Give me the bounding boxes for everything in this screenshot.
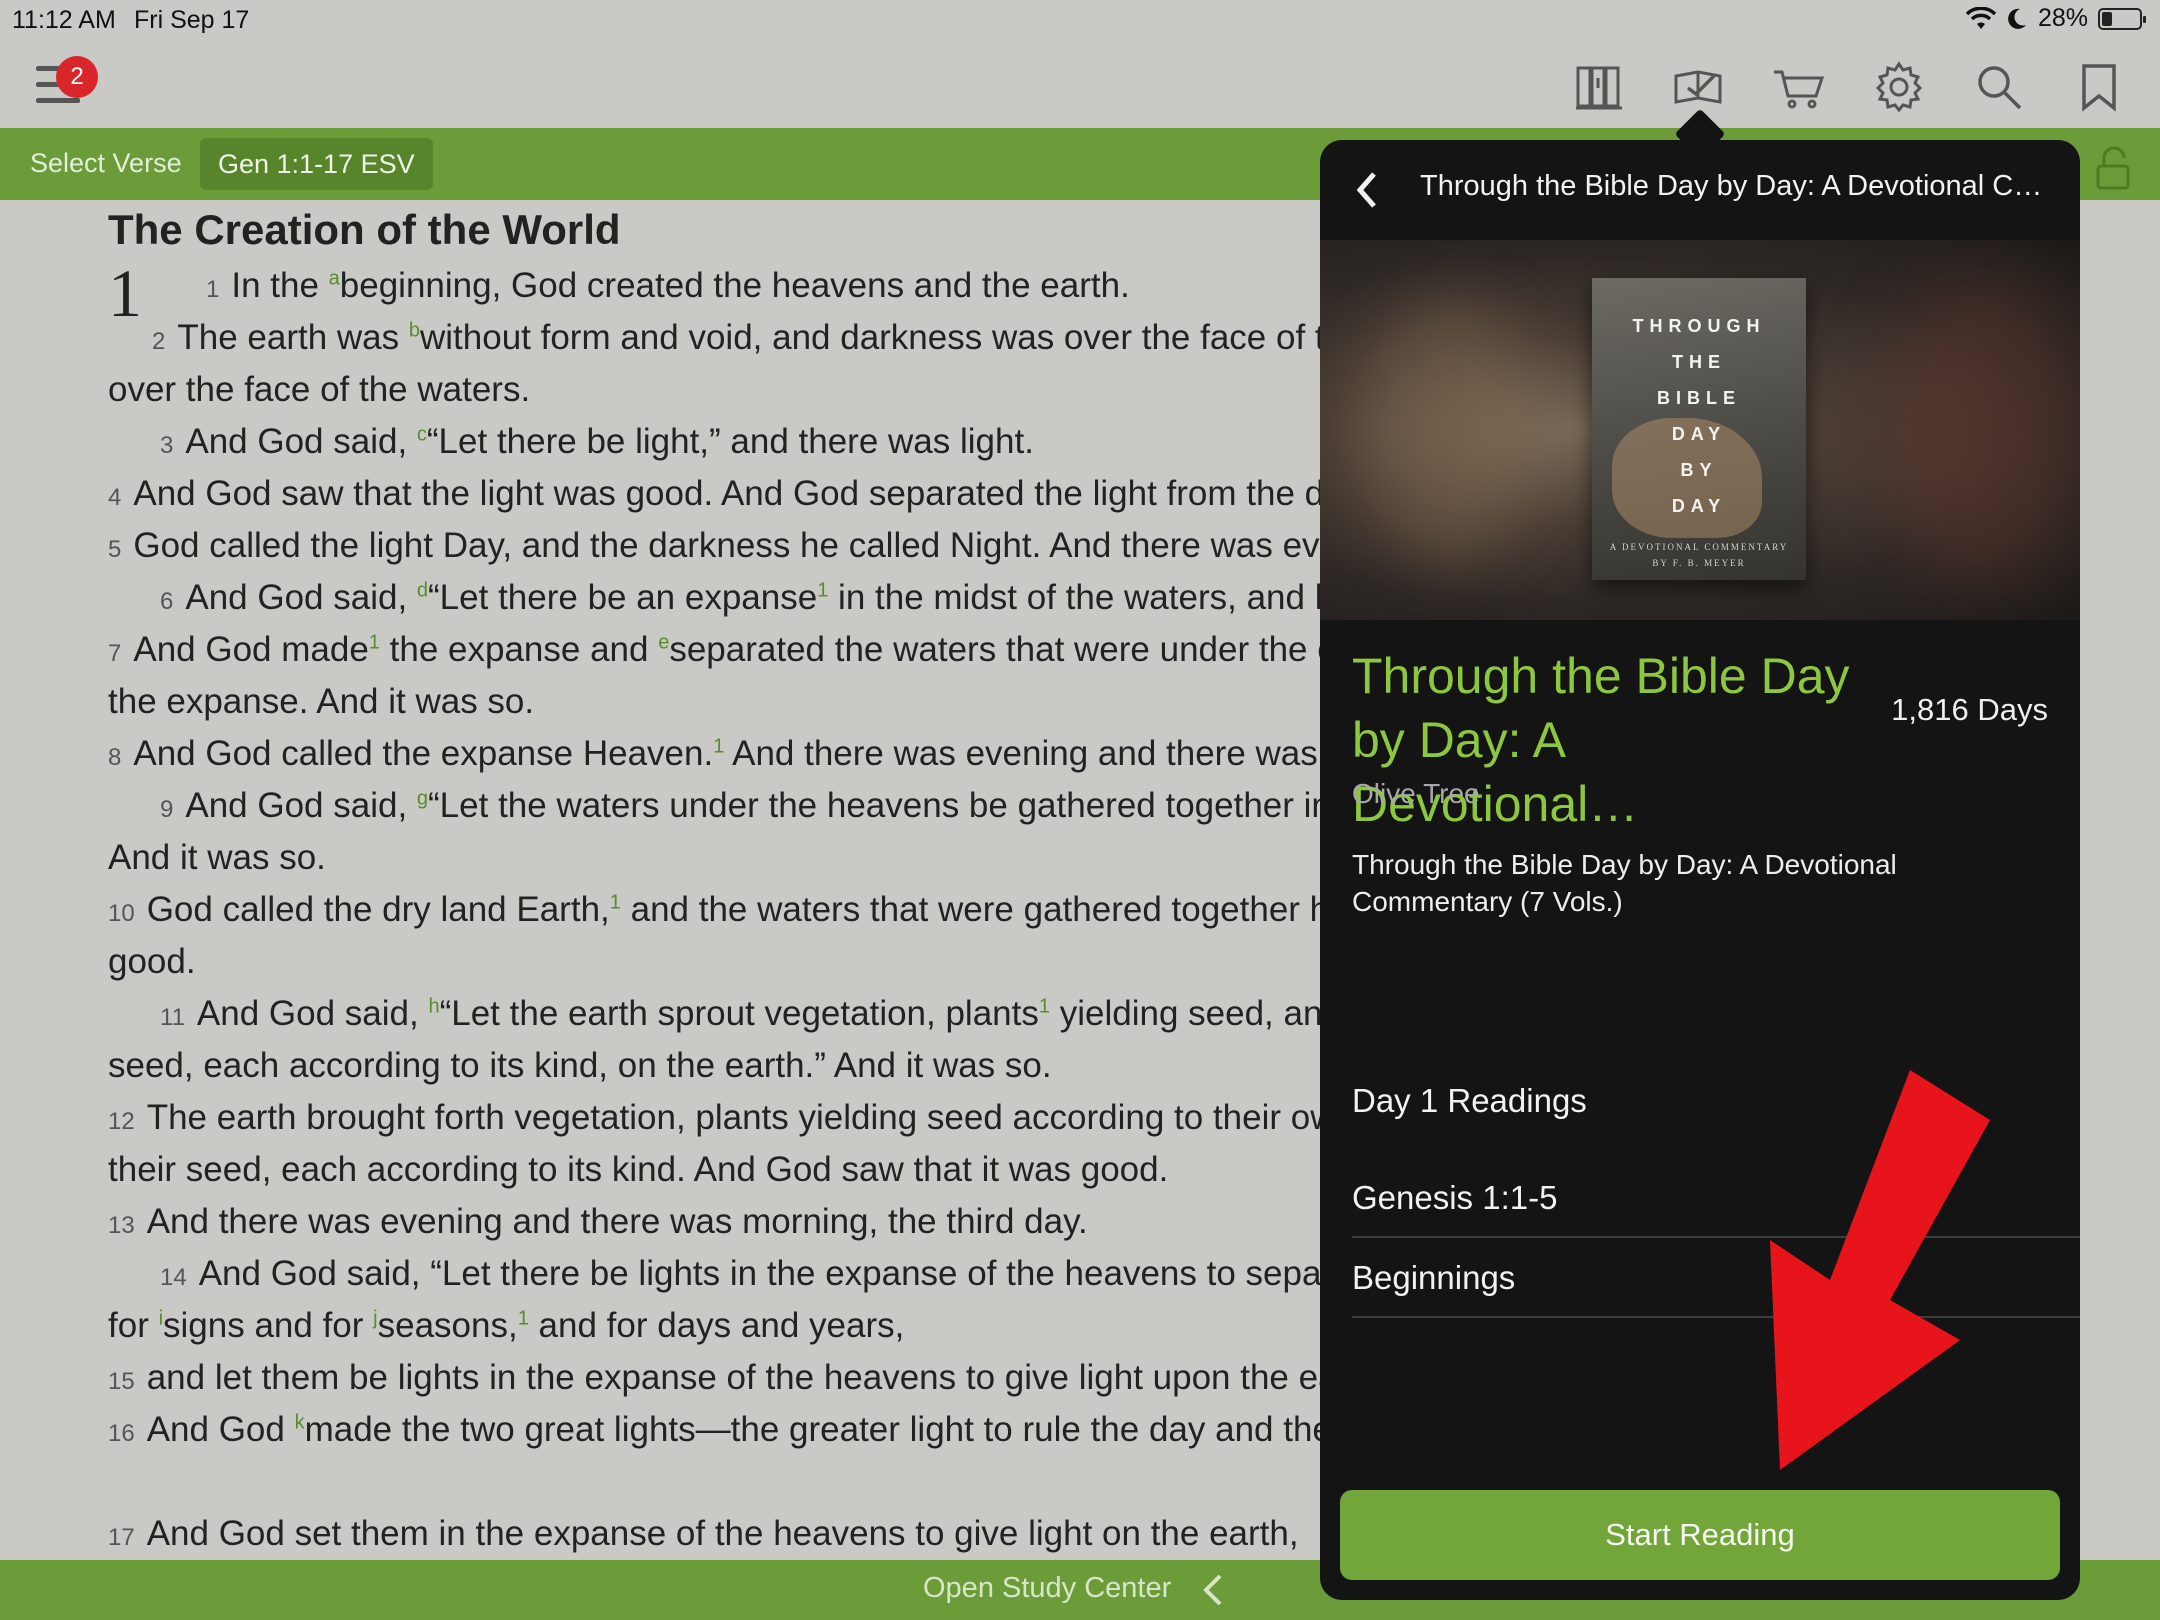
notification-badge: 2: [56, 56, 98, 98]
plan-duration: 1,816 Days: [1891, 692, 2048, 727]
section-heading: The Creation of the World: [108, 206, 621, 253]
verse-line[interactable]: 15 and let them be lights in the expanse …: [108, 1352, 1328, 1404]
status-time: 11:12 AM: [12, 6, 116, 34]
moon-icon: [2008, 8, 2026, 29]
cover-word: BY: [1680, 460, 1718, 480]
start-reading-button[interactable]: Start Reading: [1340, 1490, 2060, 1580]
back-button[interactable]: [1348, 168, 1388, 212]
cover-word: DAY: [1671, 424, 1727, 444]
gear-icon[interactable]: [1872, 60, 1926, 114]
cover-word: THE: [1672, 352, 1726, 372]
cover-word: DAY: [1671, 496, 1727, 516]
battery-icon: [2098, 7, 2146, 30]
status-right: 28%: [1965, 4, 2146, 33]
select-verse-button[interactable]: Select Verse: [30, 148, 182, 179]
verse-line[interactable]: the expanse. And it was so.: [108, 676, 534, 728]
bible-text: The Creation of the World 1 1 In the abeg…: [108, 200, 1328, 1560]
passage-reference-chip[interactable]: Gen 1:1-17 ESV: [200, 138, 433, 190]
chapter-number: 1: [108, 255, 142, 331]
cover-subtitle: A DEVOTIONAL COMMENTARY: [1609, 542, 1789, 552]
verse-line[interactable]: 3 And God said, c“Let there be light,” an…: [160, 416, 1034, 468]
chevron-left-icon[interactable]: [1198, 1572, 1228, 1608]
battery-percent: 28%: [2037, 4, 2088, 32]
book-cover-image: THROUGH THE BIBLE DAY BY DAY A DEVOTIONA…: [1592, 278, 1806, 580]
lock-icon[interactable]: [2090, 144, 2138, 192]
wifi-icon: [1965, 6, 1996, 29]
verse-line[interactable]: 7 And God made1 the expanse and eseparate…: [108, 624, 1328, 676]
cover-word: BIBLE: [1657, 388, 1741, 408]
day-readings-heading: Day 1 Readings: [1352, 1082, 1587, 1119]
cart-icon[interactable]: [1772, 60, 1826, 114]
verse-line[interactable]: 4 And God saw that the light was good. An…: [108, 468, 1328, 520]
verse-line[interactable]: 8 And God called the expanse Heaven.1 And…: [108, 728, 1328, 780]
status-bar: 11:12 AM Fri Sep 17 28%: [0, 0, 2160, 40]
verse-line[interactable]: 9 And God said, g“Let the waters under th…: [160, 780, 1328, 832]
plan-description: Through the Bible Day by Day: A Devotion…: [1352, 849, 1897, 917]
verse-line[interactable]: seed, each according to its kind, on the…: [108, 1040, 1052, 1092]
verse-line[interactable]: 16 And God kmade the two great lights—the…: [108, 1404, 1328, 1456]
verse-line[interactable]: 5 God called the light Day, and the darkn…: [108, 520, 1328, 572]
search-icon[interactable]: [1972, 60, 2026, 114]
popover-title: Through the Bible Day by Day: A Devotion…: [1420, 170, 2043, 202]
cover-word: THROUGH: [1632, 316, 1766, 336]
verse-line[interactable]: over the face of the waters.: [108, 364, 530, 416]
verse-line[interactable]: 14 And God said, “Let there be lights in …: [160, 1248, 1328, 1300]
verse-line[interactable]: 1 In the abeginning, God created the heav…: [206, 260, 1130, 312]
plan-publisher: Olive Tree: [1352, 778, 1480, 809]
verse-line[interactable]: 11 And God said, h“Let the earth sprout v…: [160, 988, 1328, 1040]
verse-line[interactable]: their seed, each according to its kind. …: [108, 1144, 1168, 1196]
annotation-arrow-icon: [1770, 1070, 1990, 1470]
status-date: Fri Sep 17: [134, 6, 250, 34]
cover-author: BY F. B. MEYER: [1652, 558, 1746, 568]
verse-line[interactable]: 17 And God set them in the expanse of the…: [108, 1508, 1299, 1560]
bookmark-icon[interactable]: [2072, 60, 2126, 114]
reading-plan-icon[interactable]: [1672, 60, 1726, 114]
verse-line[interactable]: 10 God called the dry land Earth,1 and th…: [108, 884, 1328, 936]
top-toolbar: 2: [0, 40, 2160, 128]
plan-cover-hero: THROUGH THE BIBLE DAY BY DAY A DEVOTIONA…: [1320, 240, 2080, 620]
verse-line[interactable]: for isigns and for jseasons,1 and for da…: [108, 1300, 904, 1352]
verse-line[interactable]: 12 The earth brought forth vegetation, pl…: [108, 1092, 1328, 1144]
verse-line[interactable]: And it was so.: [108, 832, 326, 884]
open-study-center-button[interactable]: Open Study Center: [923, 1572, 1171, 1605]
verse-line[interactable]: good.: [108, 936, 196, 988]
verse-line[interactable]: 2 The earth was bwithout form and void, a…: [152, 312, 1328, 364]
library-icon[interactable]: [1572, 60, 1626, 114]
verse-line[interactable]: 6 And God said, d“Let there be an expanse…: [160, 572, 1328, 624]
popover-header: Through the Bible Day by Day: A Devotion…: [1320, 140, 2080, 240]
verse-line[interactable]: 13 And there was evening and there was mo…: [108, 1196, 1088, 1248]
